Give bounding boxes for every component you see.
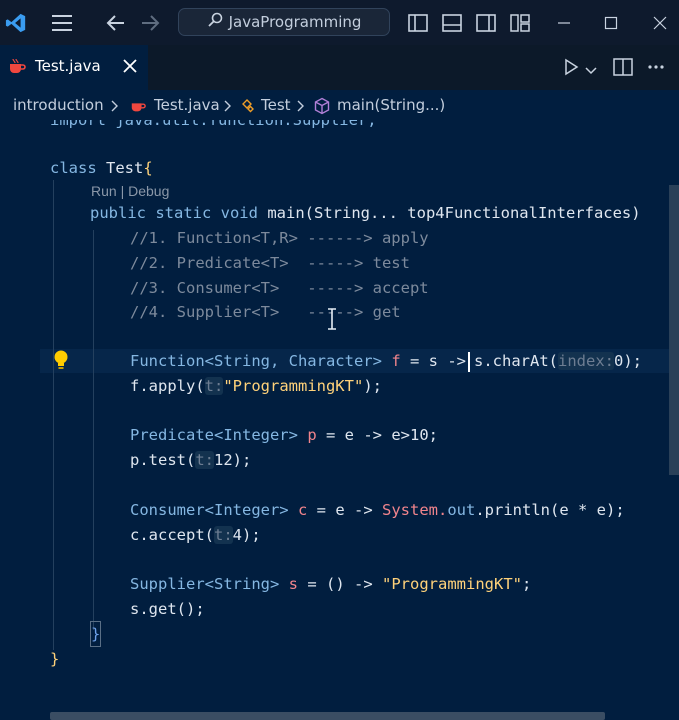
search-icon <box>207 12 223 32</box>
indent-guide <box>93 230 94 630</box>
codelens-run-debug[interactable]: Run | Debug <box>91 179 169 203</box>
vscode-logo[interactable] <box>2 9 30 37</box>
code-editor[interactable]: import java.util.function.Supplier; clas… <box>0 120 679 720</box>
code-line-get: s.get(); <box>130 600 205 618</box>
code-line-supplier: Supplier<String> s = () -> "ProgrammingK… <box>130 575 532 593</box>
java-icon <box>130 98 146 118</box>
breadcrumb-item-method[interactable]: main(String...) <box>337 96 445 114</box>
toggle-primary-sidebar-icon[interactable] <box>404 9 432 37</box>
code-comment: //3. Consumer<T> -----> accept <box>130 279 429 297</box>
code-line-function: Function<String, Character> f = s -> s.ch… <box>130 351 643 372</box>
maximize-icon[interactable] <box>597 9 625 37</box>
vertical-scrollbar[interactable] <box>669 185 679 475</box>
class-icon <box>240 98 256 118</box>
text-cursor-icon <box>325 308 339 334</box>
forward-arrow-icon[interactable] <box>136 9 164 37</box>
tab-label: Test.java <box>35 57 101 75</box>
code-comment: //4. Supplier<T> -----> get <box>130 303 401 321</box>
tab-bar: Test.java <box>0 45 679 90</box>
close-icon[interactable] <box>118 54 142 78</box>
menu-icon[interactable] <box>48 9 76 37</box>
code-line-test: p.test(t:12); <box>130 451 252 469</box>
code-brace-inner: } <box>89 621 102 647</box>
horizontal-scrollbar[interactable] <box>50 712 605 720</box>
breadcrumb: introduction Test.java Test main(String.… <box>0 90 679 120</box>
breadcrumb-item-class[interactable]: Test <box>261 96 291 114</box>
toggle-panel-icon[interactable] <box>438 9 466 37</box>
run-icon[interactable] <box>562 58 580 80</box>
search-text: JavaProgramming <box>228 13 362 31</box>
code-line-import: import java.util.function.Supplier; <box>50 120 377 129</box>
minimize-icon[interactable] <box>550 9 578 37</box>
method-cube-icon <box>313 97 331 119</box>
split-editor-icon[interactable] <box>613 57 633 81</box>
code-line-main: public static void main(String... top4Fu… <box>90 204 641 222</box>
java-icon <box>8 58 26 80</box>
code-line-accept: c.accept(t:4); <box>130 526 261 544</box>
code-line-apply: f.apply(t:"ProgrammingKT"); <box>130 377 382 395</box>
title-bar: JavaProgramming <box>0 0 679 45</box>
breadcrumb-item-introduction[interactable]: introduction <box>13 96 104 114</box>
close-window-icon[interactable] <box>646 9 674 37</box>
code-comment: //2. Predicate<T> -----> test <box>130 254 410 272</box>
toggle-secondary-sidebar-icon[interactable] <box>472 9 500 37</box>
code-line-consumer: Consumer<Integer> c = e -> System.out.pr… <box>130 501 625 519</box>
chevron-down-icon[interactable] <box>585 61 597 80</box>
text-caret <box>468 351 470 372</box>
chevron-right-icon <box>224 98 232 116</box>
command-center-search[interactable]: JavaProgramming <box>178 8 390 36</box>
more-actions-icon[interactable] <box>647 59 665 79</box>
chevron-right-icon <box>297 98 305 116</box>
indent-guide <box>53 180 54 650</box>
breadcrumb-item-file[interactable]: Test.java <box>154 96 220 114</box>
back-arrow-icon[interactable] <box>102 9 130 37</box>
code-brace-outer: } <box>50 650 60 668</box>
code-comment: //1. Function<T,R> ------> apply <box>130 229 429 247</box>
code-line-predicate: Predicate<Integer> p = e -> e>10; <box>130 426 438 444</box>
lightbulb-icon[interactable] <box>52 349 70 375</box>
customize-layout-icon[interactable] <box>506 9 534 37</box>
code-line-class: class Test{ <box>50 159 153 177</box>
chevron-right-icon <box>111 98 119 116</box>
tab-test-java[interactable]: Test.java <box>0 45 148 90</box>
